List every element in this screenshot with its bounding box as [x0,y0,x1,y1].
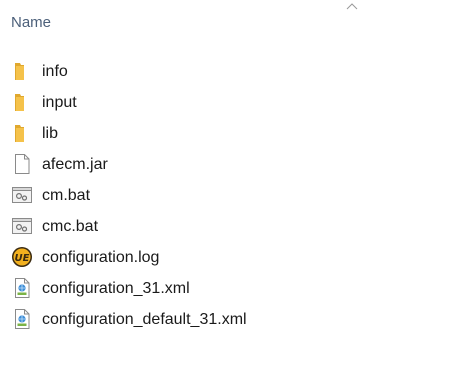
file-name: configuration_default_31.xml [42,311,247,328]
list-item-cm-bat[interactable]: cm.bat [0,180,454,211]
file-name: configuration_31.xml [42,280,190,297]
list-item-afecm-jar[interactable]: afecm.jar [0,149,454,180]
xml-file-icon [15,278,30,298]
list-item-configuration-log[interactable]: UE configuration.log [0,242,454,273]
chevron-up-icon[interactable] [346,3,358,10]
list-item-lib[interactable]: lib [0,118,454,149]
batch-file-icon [12,187,32,203]
file-name: cmc.bat [42,218,99,235]
file-name: configuration.log [42,249,160,266]
file-name: input [42,94,77,111]
file-name: afecm.jar [42,156,108,173]
list-item-info[interactable]: info [0,56,454,87]
file-list: info input lib afecm.jar cm.bat cmc.bat … [0,56,454,335]
ultraedit-icon: UE [12,247,32,267]
list-item-configuration-31-xml[interactable]: configuration_31.xml [0,273,454,304]
xml-file-icon [15,309,30,329]
file-name: info [42,63,68,80]
name-column-header[interactable]: Name [11,12,51,34]
list-item-cmc-bat[interactable]: cmc.bat [0,211,454,242]
folder-icon [15,94,24,111]
list-item-input[interactable]: input [0,87,454,118]
folder-icon [15,125,24,142]
file-name: lib [42,125,59,142]
svg-text:UE: UE [15,253,30,264]
list-item-configuration-default-31-xml[interactable]: configuration_default_31.xml [0,304,454,335]
batch-file-icon [12,218,32,234]
file-explorer: Name info input lib afecm.jar cm.bat cmc… [0,0,454,372]
file-name: cm.bat [42,187,91,204]
folder-icon [15,63,24,80]
blank-file-icon [15,154,30,174]
